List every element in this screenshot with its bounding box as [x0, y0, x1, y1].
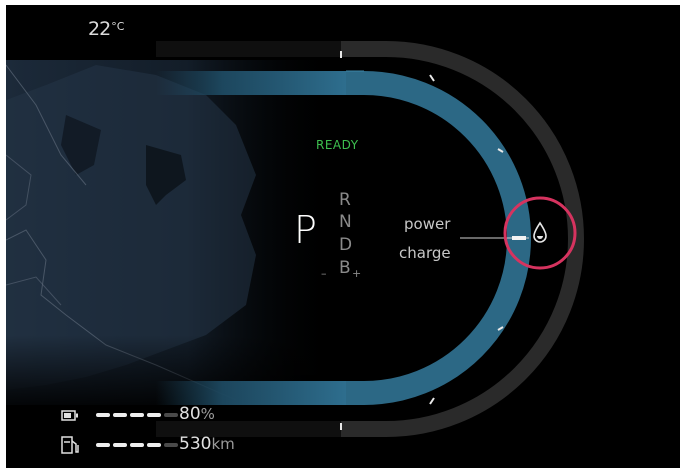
fuel-pump-icon: [61, 436, 79, 454]
charge-label: charge: [399, 244, 451, 262]
indicator-marker: [512, 236, 526, 240]
regen-minus: –: [321, 267, 327, 280]
level-segment: [113, 443, 127, 447]
gear-n: N: [339, 212, 352, 232]
power-label: power: [404, 215, 451, 233]
map-background: [6, 60, 336, 415]
gear-b: B: [339, 258, 351, 278]
battery-level-bar: [96, 413, 178, 417]
level-segment: [130, 443, 144, 447]
level-segment: [96, 413, 110, 417]
gear-d: D: [339, 235, 353, 255]
level-segment: [164, 443, 178, 447]
range-value: 530km: [179, 434, 235, 454]
outside-temperature: 22°C: [88, 18, 125, 40]
temperature-unit: °C: [111, 20, 125, 33]
level-segment: [147, 413, 161, 417]
regen-plus: +: [352, 267, 362, 280]
level-segment: [164, 413, 178, 417]
range-unit: km: [211, 435, 235, 453]
selected-gear: P: [294, 208, 317, 252]
battery-percent: 80%: [179, 404, 215, 424]
drop-icon: [533, 221, 547, 243]
level-segment: [130, 413, 144, 417]
battery-unit: %: [200, 405, 215, 423]
level-segment: [113, 413, 127, 417]
ready-indicator: READY: [316, 138, 359, 152]
driver-display: 22°C READY P R N D B – + power charge 80…: [6, 5, 680, 468]
level-segment: [96, 443, 110, 447]
gear-r: R: [339, 190, 351, 210]
range-level-bar: [96, 443, 178, 447]
level-segment: [147, 443, 161, 447]
